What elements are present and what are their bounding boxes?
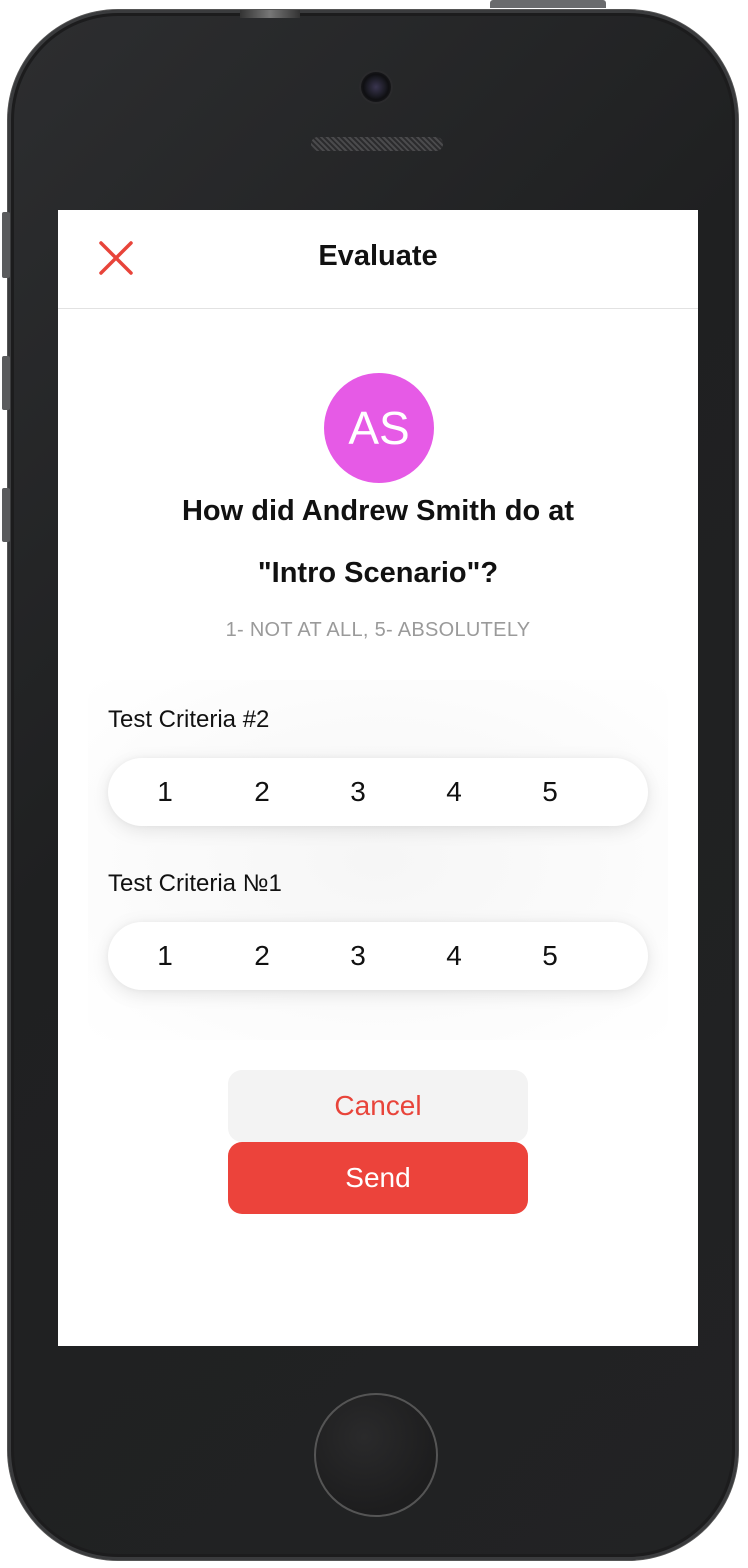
question-line-1: How did Andrew Smith do at: [181, 495, 575, 527]
rating-option-1[interactable]: 1: [145, 758, 185, 826]
send-button[interactable]: Send: [228, 1142, 528, 1214]
home-button[interactable]: [314, 1393, 438, 1517]
volume-down-button: [2, 488, 10, 542]
rating-option-3[interactable]: 3: [338, 922, 378, 990]
rating-option-5[interactable]: 5: [530, 758, 570, 826]
rating-option-2[interactable]: 2: [242, 758, 282, 826]
phone-top-edge: [240, 10, 300, 18]
rating-option-1[interactable]: 1: [145, 922, 185, 990]
rating-option-4[interactable]: 4: [434, 758, 474, 826]
earpiece-speaker: [311, 137, 443, 151]
rating-scale: 1 2 3 4 5: [108, 758, 648, 826]
rating-option-2[interactable]: 2: [242, 922, 282, 990]
power-button: [490, 0, 606, 8]
header: Evaluate: [58, 210, 698, 309]
cancel-button[interactable]: Cancel: [228, 1070, 528, 1142]
criteria-label: Test Criteria №1: [108, 870, 282, 897]
volume-up-button: [2, 356, 10, 410]
scale-hint: 1- NOT AT ALL, 5- ABSOLUTELY: [225, 619, 531, 641]
rating-scale: 1 2 3 4 5: [108, 922, 648, 990]
rating-option-5[interactable]: 5: [530, 922, 570, 990]
question-line-2: "Intro Scenario"?: [257, 557, 499, 589]
avatar: AS: [324, 373, 434, 483]
criteria-label: Test Criteria #2: [108, 706, 270, 733]
evaluation-question: How did Andrew Smith do at "Intro Scenar…: [118, 480, 638, 604]
mute-switch: [2, 212, 10, 278]
front-camera: [361, 72, 391, 102]
evaluate-screen: Evaluate AS How did Andrew Smith do at "…: [58, 210, 698, 1346]
rating-option-3[interactable]: 3: [338, 758, 378, 826]
page-title: Evaluate: [318, 240, 438, 272]
rating-option-4[interactable]: 4: [434, 922, 474, 990]
